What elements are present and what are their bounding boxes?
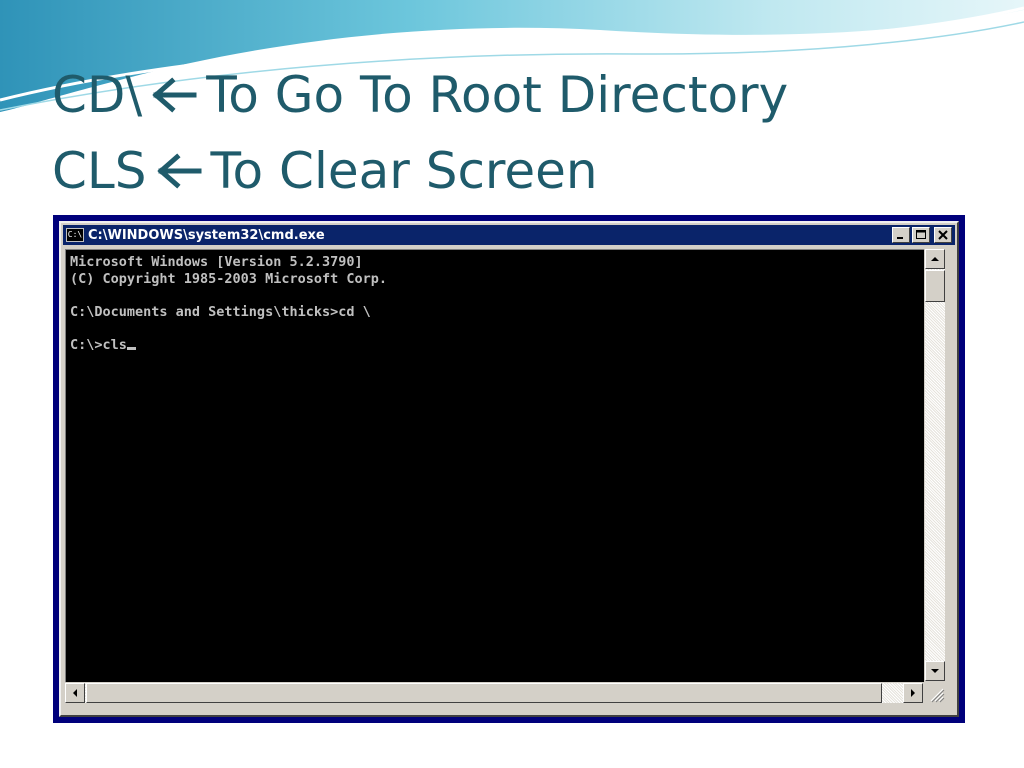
scroll-left-button[interactable] — [65, 683, 85, 703]
vertical-scrollbar[interactable] — [925, 249, 945, 681]
window-title: C:\WINDOWS\system32\cmd.exe — [88, 227, 325, 243]
console-output[interactable]: Microsoft Windows [Version 5.2.3790] (C)… — [65, 249, 924, 682]
left-arrow-icon — [156, 153, 203, 189]
horizontal-scrollbar[interactable] — [65, 683, 923, 703]
left-arrow-icon — [152, 77, 198, 113]
resize-grip[interactable] — [925, 683, 945, 703]
title-line-cls: CLS To Clear Screen — [52, 146, 598, 196]
command-cd-label: CD\ — [52, 66, 143, 124]
horizontal-scroll-thumb[interactable] — [86, 683, 882, 703]
down-arrow-icon — [931, 669, 939, 673]
cmd-window: C:\ C:\WINDOWS\system32\cmd.exe Microsof… — [53, 215, 965, 723]
minimize-icon — [897, 237, 903, 239]
maximize-icon — [916, 230, 926, 239]
command-cls-label: CLS — [52, 142, 147, 200]
left-arrow-icon — [73, 689, 77, 697]
cmd-app-icon[interactable]: C:\ — [66, 228, 84, 242]
cls-description: To Clear Screen — [210, 142, 598, 200]
console-text: Microsoft Windows [Version 5.2.3790] (C)… — [70, 254, 924, 354]
up-arrow-icon — [931, 257, 939, 261]
text-cursor — [126, 346, 136, 350]
cmd-window-frame: C:\ C:\WINDOWS\system32\cmd.exe Microsof… — [59, 221, 959, 717]
close-icon — [938, 230, 948, 240]
console-line: Microsoft Windows [Version 5.2.3790] — [70, 254, 363, 270]
close-button[interactable] — [934, 227, 952, 243]
maximize-button[interactable] — [912, 227, 930, 243]
vertical-scroll-thumb[interactable] — [925, 270, 945, 302]
minimize-button[interactable] — [892, 227, 910, 243]
cd-description: To Go To Root Directory — [206, 66, 789, 124]
scroll-up-button[interactable] — [925, 249, 945, 269]
scroll-right-button[interactable] — [903, 683, 923, 703]
console-prompt-line: C:\>cls — [70, 336, 127, 353]
console-line: C:\Documents and Settings\thicks>cd \ — [70, 303, 371, 320]
scroll-down-button[interactable] — [925, 661, 945, 681]
title-line-cd: CD\ To Go To Root Directory — [52, 70, 788, 120]
console-line: (C) Copyright 1985-2003 Microsoft Corp. — [70, 270, 387, 287]
resize-grip-icon — [930, 688, 945, 703]
right-arrow-icon — [911, 689, 915, 697]
window-titlebar[interactable]: C:\ C:\WINDOWS\system32\cmd.exe — [63, 225, 955, 245]
